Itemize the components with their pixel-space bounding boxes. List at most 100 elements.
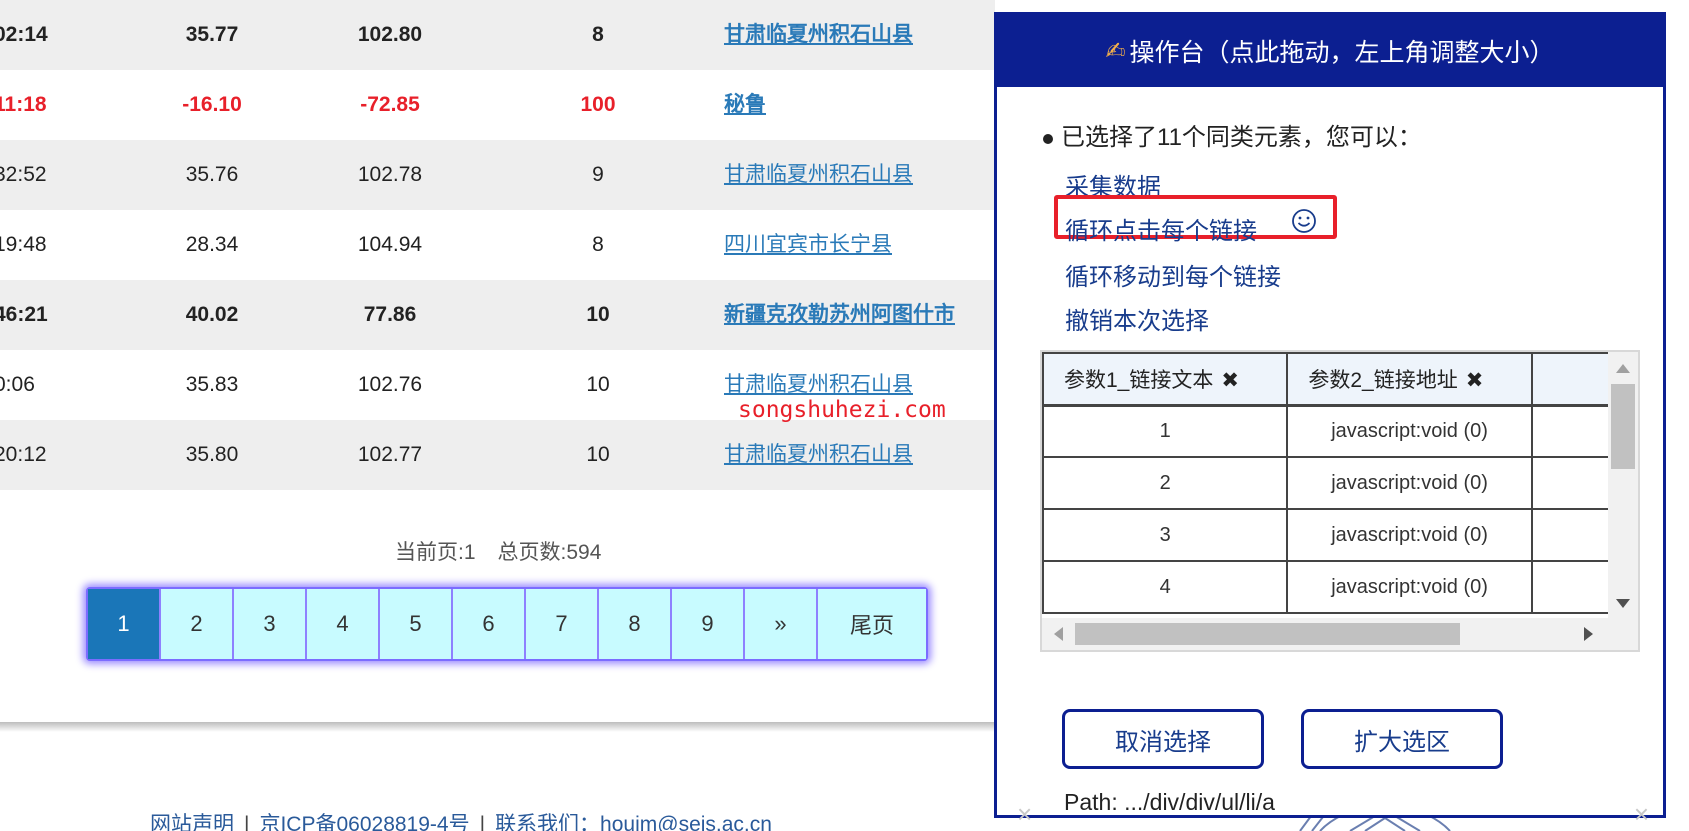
quake-time: 11:18 — [0, 93, 47, 116]
page-button[interactable]: 6 — [453, 589, 526, 659]
param1-header-label: 参数1_链接文本 — [1064, 368, 1214, 392]
params-preview: 参数1_链接文本 ✖ 参数2_链接地址 ✖ 1 javascript:void (0)… — [1040, 350, 1640, 652]
site-footer: 网站声明 | 京ICP备06028819-4号 | 联系我们：houjm@seis.ac… — [150, 808, 772, 831]
close-left-icon[interactable]: × — [1017, 799, 1032, 830]
param1-cell: 4 — [1042, 560, 1289, 614]
quake-longitude: 102.78 — [357, 163, 423, 186]
pagination: 1 2 3 4 5 6 7 8 9» 尾页 — [86, 587, 928, 661]
quake-depth: 10 — [586, 373, 610, 396]
param2-cell: javascript:void (0) — [1286, 456, 1533, 510]
quake-depth: 100 — [580, 93, 616, 116]
param2-cell: javascript:void (0) — [1286, 560, 1533, 614]
quake-latitude: 35.83 — [185, 373, 239, 396]
quake-depth: 9 — [592, 163, 604, 186]
params-body: 1 javascript:void (0) 2 javascript:void (0)… — [1042, 404, 1613, 614]
param1-cell: 1 — [1042, 404, 1289, 458]
quake-time: 32:52 — [0, 163, 47, 186]
page-button[interactable]: 尾页 — [818, 589, 926, 659]
quake-longitude: 77.86 — [363, 303, 417, 326]
param1-cell: 2 — [1042, 456, 1289, 510]
total-pages-label: 总页数:594 — [497, 541, 602, 564]
page-button[interactable]: 5 — [380, 589, 453, 659]
quake-latitude: 35.77 — [185, 23, 239, 46]
quake-location-link[interactable]: 甘肃临夏州积石山县 — [724, 420, 1004, 490]
scroll-down-icon[interactable] — [1616, 599, 1630, 608]
writing-hand-icon: ✍ — [1105, 37, 1126, 65]
watermark-text: songshuhezi.com — [738, 397, 946, 423]
bullet-icon — [1043, 133, 1053, 144]
footer-statement-link[interactable]: 网站声明 — [150, 813, 234, 831]
quake-row: 20:1235.80102.7710甘肃临夏州积石山县 — [0, 420, 995, 490]
page-button-current[interactable]: 1 — [88, 589, 161, 659]
quake-row: 46:2140.0277.8610新疆克孜勒苏州阿图什市 — [0, 280, 995, 350]
undo-selection-link[interactable]: 撤销本次选择 — [1065, 301, 1209, 336]
param2-header-label: 参数2_链接地址 — [1308, 368, 1458, 392]
horizontal-scroll-thumb[interactable] — [1075, 623, 1460, 645]
footer-separator: | — [479, 813, 486, 831]
scroll-left-icon[interactable] — [1054, 627, 1063, 641]
quake-depth: 8 — [592, 233, 604, 256]
selection-info-text: 已选择了11个同类元素，您可以： — [1061, 124, 1422, 151]
params-header-row: 参数1_链接文本 ✖ 参数2_链接地址 ✖ — [1042, 352, 1613, 407]
quake-latitude: 40.02 — [185, 303, 239, 326]
quake-row: 19:4828.34104.948四川宜宾市长宁县 — [0, 210, 995, 280]
quake-location-link[interactable]: 甘肃临夏州积石山县 — [724, 0, 1004, 70]
param2-header: 参数2_链接地址 ✖ — [1286, 352, 1533, 407]
footer-contact: 联系我们：houjm@seis.ac.cn — [495, 813, 772, 831]
param3-cell — [1530, 404, 1613, 458]
page-button[interactable]: 7 — [526, 589, 599, 659]
params-row: 3 javascript:void (0) — [1042, 508, 1613, 562]
loop-move-to-each-link[interactable]: 循环移动到每个链接 — [1065, 257, 1281, 292]
page-button[interactable]: 9 — [672, 589, 745, 659]
quake-time: 20:12 — [0, 443, 47, 466]
quake-depth: 10 — [586, 303, 610, 326]
quake-time: 02:14 — [0, 23, 48, 46]
content-bottom-shadow — [0, 722, 995, 732]
page-button[interactable]: 3 — [234, 589, 307, 659]
cancel-selection-button[interactable]: 取消选择 — [1062, 709, 1264, 769]
page-button[interactable]: » — [745, 589, 818, 659]
params-row: 1 javascript:void (0) — [1042, 404, 1613, 458]
page-button[interactable]: 8 — [599, 589, 672, 659]
footer-icp-link[interactable]: 京ICP备06028819-4号 — [259, 813, 469, 831]
scroll-right-icon[interactable] — [1584, 627, 1593, 641]
xpath-label: Path: .../div/div/ul/li/a — [1064, 789, 1275, 815]
params-row: 2 javascript:void (0) — [1042, 456, 1613, 510]
scroll-up-icon[interactable] — [1616, 364, 1630, 373]
operation-panel: ✍ 操作台（点此拖动，左上角调整大小） 已选择了11个同类元素，您可以： 采集数据… — [994, 12, 1666, 829]
close-right-icon[interactable]: × — [1634, 799, 1649, 830]
page-button[interactable]: 4 — [307, 589, 380, 659]
quake-location-link[interactable]: 秘鲁 — [724, 70, 1004, 140]
param3-header — [1530, 352, 1613, 407]
panel-drag-header[interactable]: ✍ 操作台（点此拖动，左上角调整大小） — [997, 15, 1663, 87]
horizontal-scrollbar[interactable] — [1042, 618, 1638, 650]
vertical-scroll-thumb[interactable] — [1611, 384, 1635, 469]
quake-longitude: 102.80 — [357, 23, 423, 46]
quake-latitude: 35.76 — [185, 163, 239, 186]
param1-header: 参数1_链接文本 ✖ — [1042, 352, 1289, 407]
vertical-scrollbar[interactable] — [1608, 352, 1638, 620]
expand-selection-button[interactable]: 扩大选区 — [1301, 709, 1503, 769]
quake-row: 02:1435.77102.808甘肃临夏州积石山县 — [0, 0, 995, 70]
quake-longitude: 102.77 — [357, 443, 423, 466]
quake-location-link[interactable]: 四川宜宾市长宁县 — [724, 210, 1004, 280]
page-button[interactable]: 2 — [161, 589, 234, 659]
param3-cell — [1530, 560, 1613, 614]
quake-longitude: -72.85 — [360, 93, 420, 116]
loop-click-each-link[interactable]: 循环点击每个链接 — [1065, 211, 1257, 246]
quake-time: 0:06 — [0, 373, 35, 396]
remove-param2-icon[interactable]: ✖ — [1466, 369, 1484, 392]
quake-latitude: 35.80 — [185, 443, 239, 466]
quake-row: 32:5235.76102.789甘肃临夏州积石山县 — [0, 140, 995, 210]
param3-cell — [1530, 508, 1613, 562]
param2-cell: javascript:void (0) — [1286, 404, 1533, 458]
quake-time: 46:21 — [0, 303, 48, 326]
panel-title: 操作台（点此拖动，左上角调整大小） — [1129, 39, 1555, 67]
quake-longitude: 102.76 — [357, 373, 423, 396]
params-row: 4 javascript:void (0) — [1042, 560, 1613, 614]
quake-longitude: 104.94 — [357, 233, 423, 256]
remove-param1-icon[interactable]: ✖ — [1221, 369, 1239, 392]
quake-location-link[interactable]: 新疆克孜勒苏州阿图什市 — [724, 280, 1004, 350]
footer-separator: | — [244, 813, 250, 831]
quake-location-link[interactable]: 甘肃临夏州积石山县 — [724, 140, 1004, 210]
